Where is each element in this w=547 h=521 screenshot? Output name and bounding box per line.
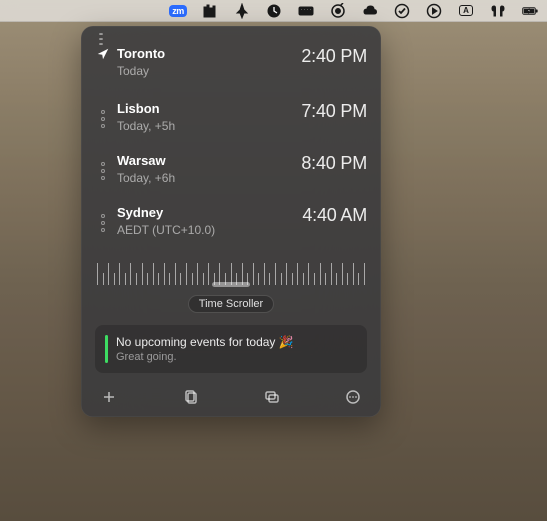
panel-footer: [95, 387, 367, 407]
event-accent-bar: [105, 335, 108, 363]
cloud-icon[interactable]: [361, 2, 379, 20]
events-card[interactable]: No upcoming events for today 🎉 Great goi…: [95, 325, 367, 373]
drag-handle-icon[interactable]: [95, 101, 111, 133]
city-name: Warsaw: [117, 153, 301, 168]
city-sub: Today, +5h: [117, 119, 301, 133]
play-icon[interactable]: [425, 2, 443, 20]
rocket-icon[interactable]: [233, 2, 251, 20]
city-sub: Today: [117, 64, 301, 78]
city-time: 4:40 AM: [302, 205, 367, 237]
clock-icon[interactable]: [265, 2, 283, 20]
keyboard-icon[interactable]: [297, 2, 315, 20]
time-scroller[interactable]: Time Scroller: [95, 255, 367, 313]
city-name: Toronto: [117, 46, 301, 61]
city-time: 2:40 PM: [301, 46, 367, 78]
city-sub: Today, +6h: [117, 171, 301, 185]
add-button[interactable]: [99, 387, 119, 407]
drag-handle-icon[interactable]: [95, 153, 111, 185]
city-sub: AEDT (UTC+10.0): [117, 223, 302, 237]
zoom-icon[interactable]: zm: [169, 2, 187, 20]
city-time: 8:40 PM: [301, 153, 367, 185]
timezone-row[interactable]: Warsaw Today, +6h 8:40 PM: [95, 147, 367, 199]
menu-bar: zm A: [0, 0, 547, 22]
text-box-icon[interactable]: A: [457, 2, 475, 20]
copy-button[interactable]: [180, 387, 200, 407]
equalizer-icon[interactable]: [201, 2, 219, 20]
scroller-label: Time Scroller: [188, 295, 274, 313]
timezone-row[interactable]: Lisbon Today, +5h 7:40 PM: [95, 95, 367, 147]
task-check-icon[interactable]: [393, 2, 411, 20]
event-title: No upcoming events for today 🎉: [116, 335, 294, 349]
vpn-icon[interactable]: [329, 2, 347, 20]
city-name: Sydney: [117, 205, 302, 220]
battery-charging-icon[interactable]: [521, 2, 539, 20]
timezone-row[interactable]: Sydney AEDT (UTC+10.0) 4:40 AM: [95, 199, 367, 251]
drag-handle-icon[interactable]: [95, 205, 111, 237]
location-arrow-icon: [95, 46, 111, 78]
window-button[interactable]: [262, 387, 282, 407]
city-time: 7:40 PM: [301, 101, 367, 133]
airpods-icon[interactable]: [489, 2, 507, 20]
world-clock-panel: Toronto Today 2:40 PM Lisbon Today, +5h …: [81, 26, 381, 417]
more-button[interactable]: [343, 387, 363, 407]
city-name: Lisbon: [117, 101, 301, 116]
scroller-ticks: [95, 255, 367, 285]
timezone-row[interactable]: Toronto Today 2:40 PM: [95, 40, 367, 92]
event-subtitle: Great going.: [116, 351, 294, 363]
